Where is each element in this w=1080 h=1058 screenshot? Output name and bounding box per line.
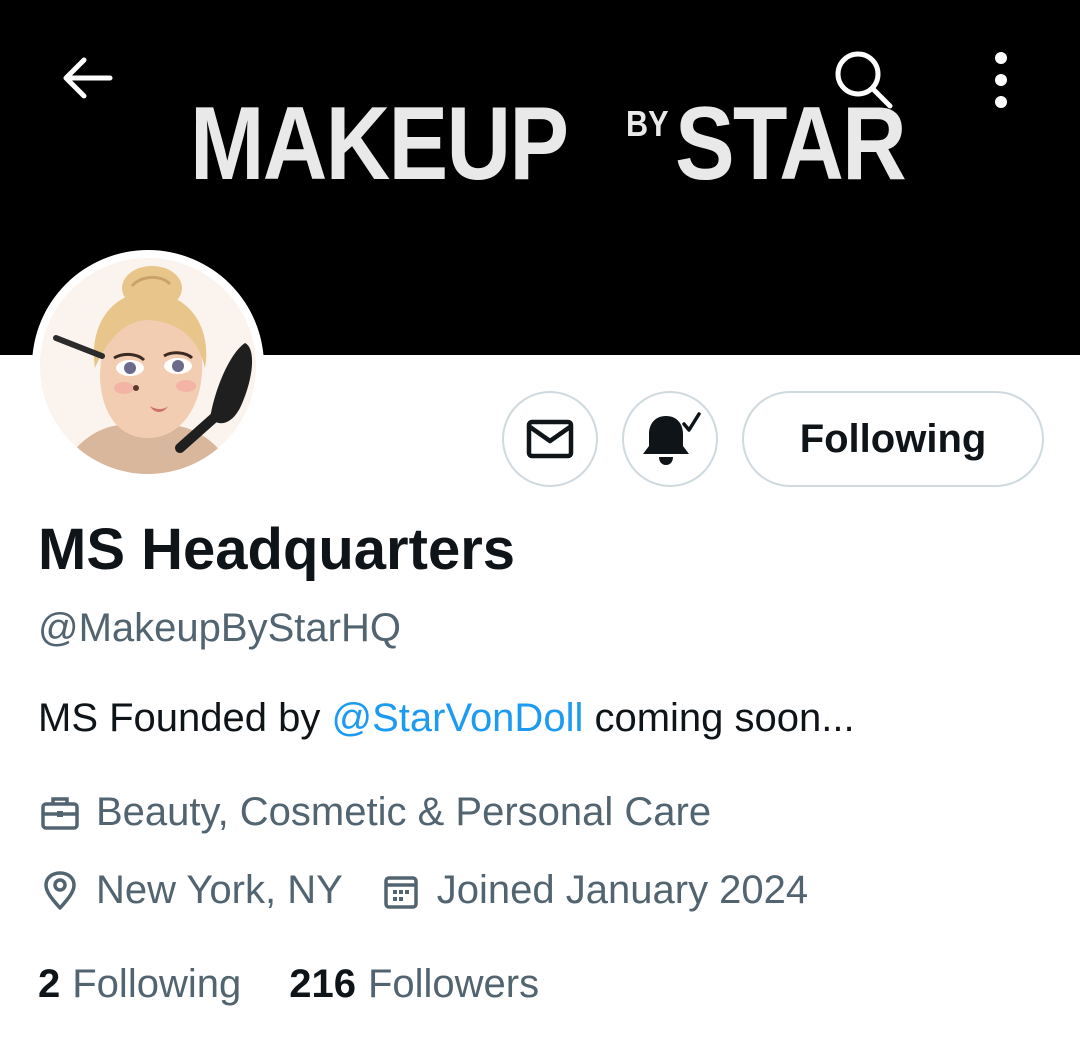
profile-joined-label: Joined January 2024: [436, 868, 809, 912]
more-options-button[interactable]: [966, 40, 1036, 120]
following-count-link[interactable]: 2 Following: [38, 962, 241, 1007]
profile-avatar[interactable]: [32, 250, 264, 482]
profile-joined: Joined January 2024: [379, 868, 808, 913]
banner-logo-makeup: MAKEUP: [190, 86, 569, 202]
banner-logo-by: BY: [626, 103, 669, 144]
message-button[interactable]: [502, 391, 598, 487]
avatar-illustration: [40, 258, 256, 474]
bio-text-prefix: MS Founded by: [38, 696, 332, 740]
more-vertical-icon: [995, 52, 1007, 108]
following-count-label: Following: [72, 962, 242, 1006]
followers-count: 216: [289, 962, 356, 1006]
following-button[interactable]: Following: [742, 391, 1044, 487]
profile-location: New York, NY: [38, 868, 343, 913]
calendar-icon: [379, 869, 423, 913]
arrow-left-icon: [63, 57, 113, 99]
search-icon: [835, 51, 893, 109]
bio-mention-link[interactable]: @StarVonDoll: [332, 696, 584, 740]
profile-meta-row-2: New York, NY Joined January 2024: [38, 868, 808, 913]
search-button[interactable]: [822, 40, 906, 120]
profile-location-label: New York, NY: [96, 868, 343, 912]
followers-count-label: Followers: [367, 962, 540, 1006]
bell-check-icon: [643, 412, 701, 465]
profile-handle: @MakeupByStarHQ: [38, 606, 401, 650]
following-count: 2: [38, 962, 61, 1006]
profile-category-label: Beauty, Cosmetic & Personal Care: [96, 790, 712, 834]
briefcase-icon: [38, 791, 82, 835]
banner-logo: MAKEUP BY STAR: [190, 92, 910, 202]
profile-category: Beauty, Cosmetic & Personal Care: [38, 790, 711, 835]
back-button[interactable]: [48, 44, 124, 112]
profile-stats: 2 Following 216 Followers: [38, 962, 539, 1007]
notifications-button[interactable]: [622, 391, 718, 487]
display-name: MS Headquarters: [38, 517, 516, 582]
location-pin-icon: [38, 869, 82, 913]
mail-icon: [526, 419, 574, 459]
profile-meta-row: Beauty, Cosmetic & Personal Care: [38, 790, 711, 835]
bio-text-suffix: coming soon...: [583, 696, 855, 740]
profile-bio: MS Founded by @StarVonDoll coming soon..…: [38, 696, 855, 741]
followers-count-link[interactable]: 216 Followers: [289, 962, 539, 1007]
